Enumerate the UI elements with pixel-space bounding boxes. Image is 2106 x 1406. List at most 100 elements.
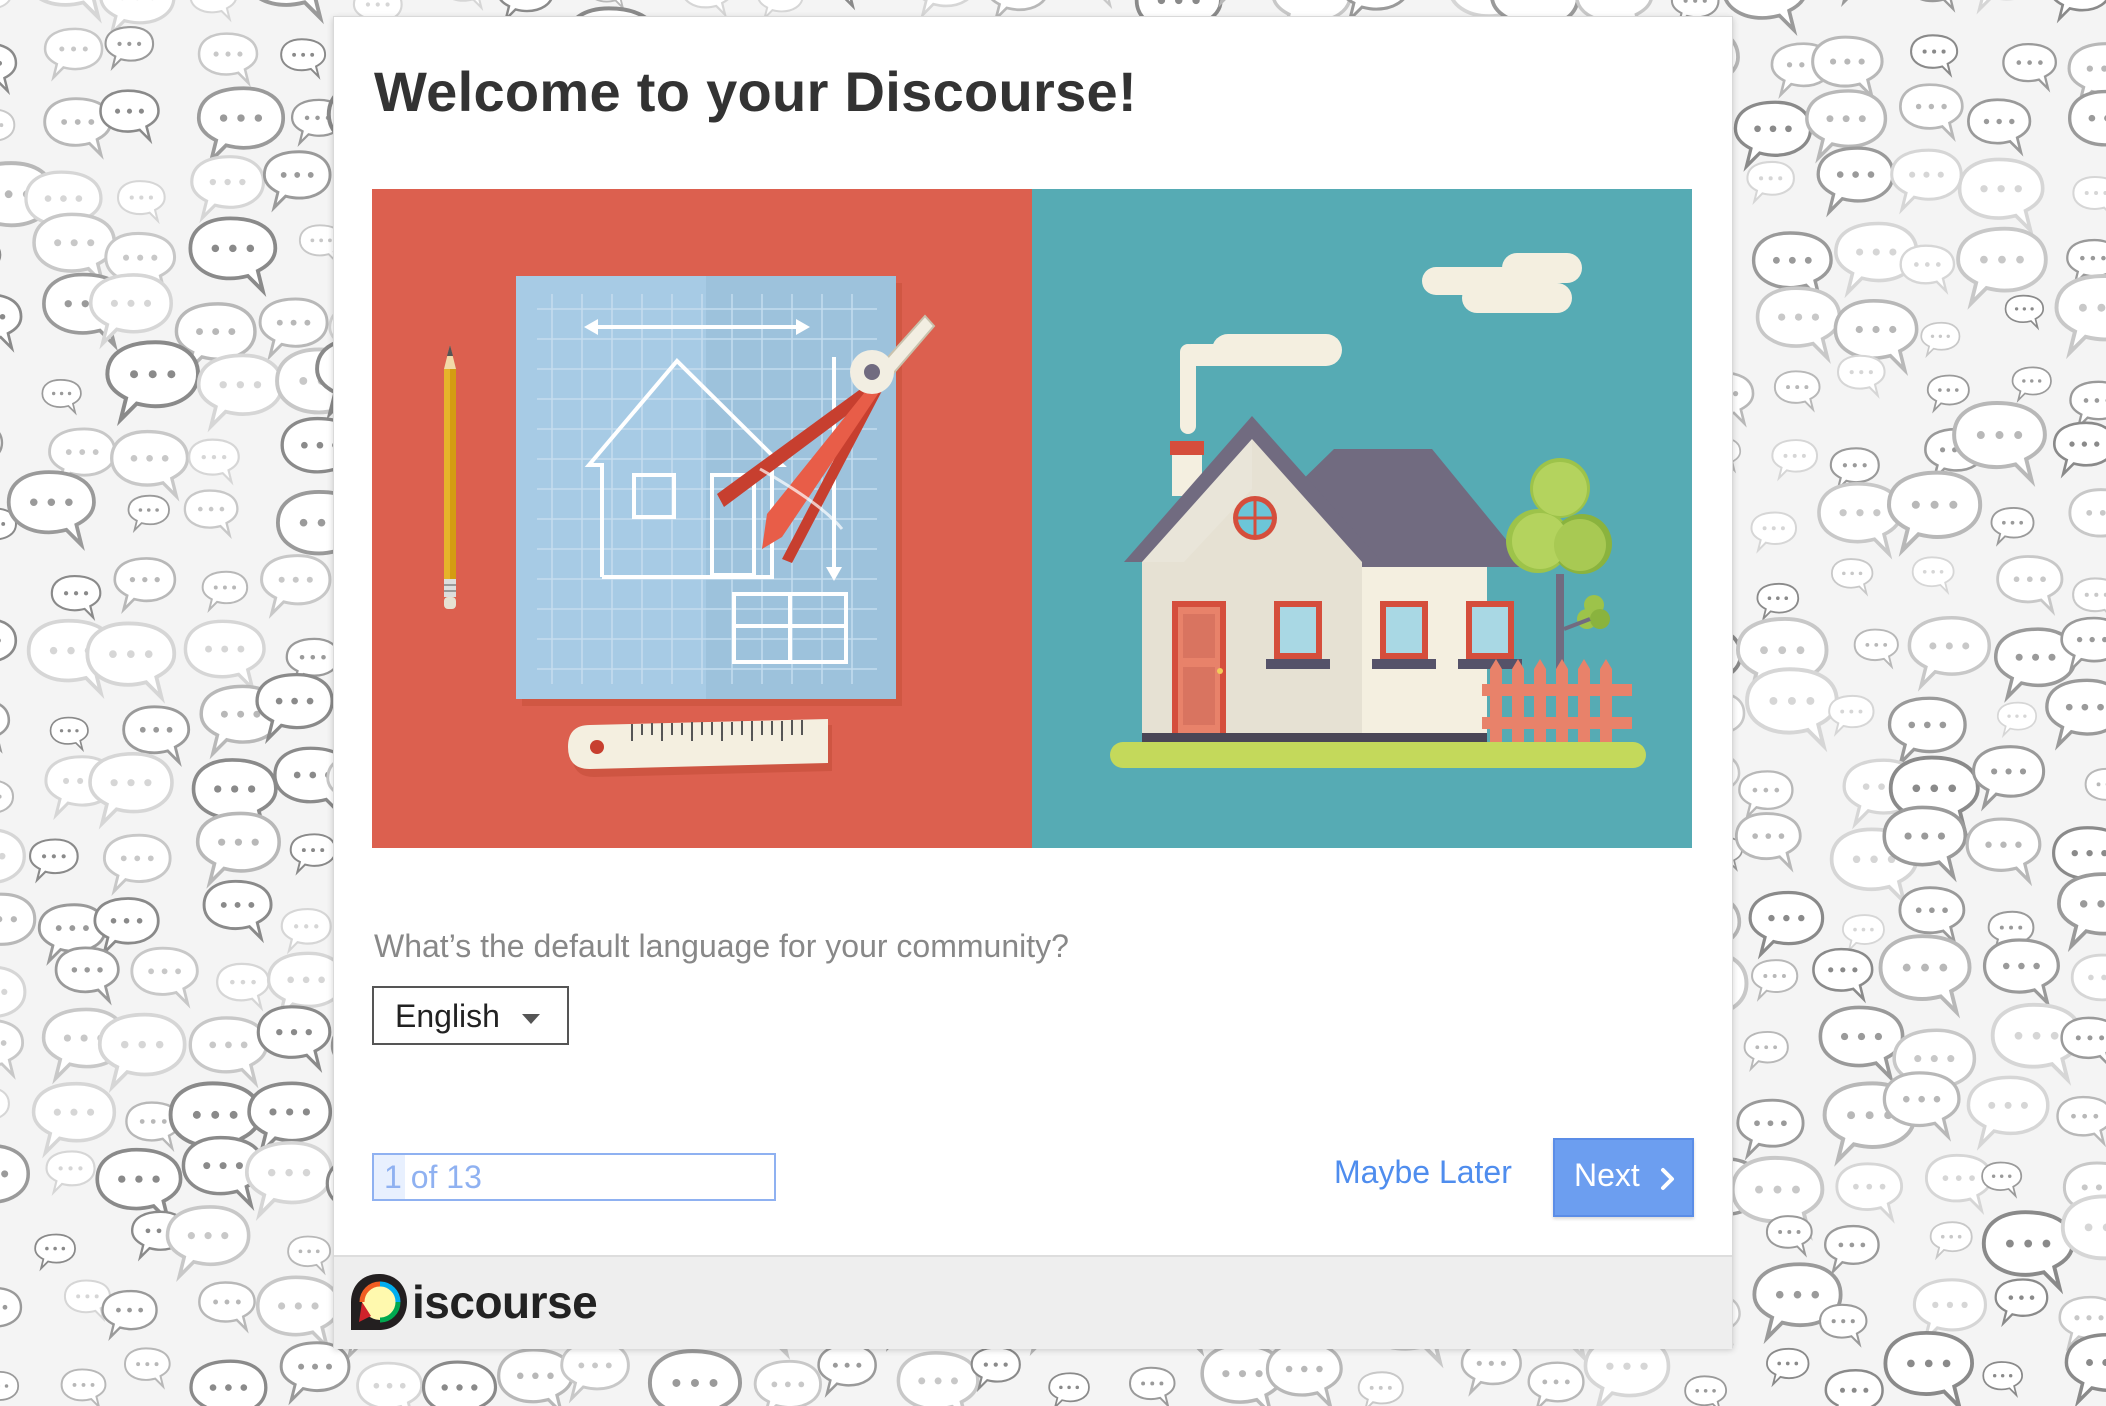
speech-bubble-icon [1824, 1369, 1884, 1406]
speech-bubble-icon [1743, 1031, 1789, 1072]
language-select[interactable]: English [372, 986, 569, 1045]
speech-bubble-icon [1265, 1341, 1343, 1406]
step-progress-indicator: 1 of 13 [372, 1153, 776, 1201]
speech-bubble-icon [50, 575, 102, 621]
maybe-later-link[interactable]: Maybe Later [1334, 1154, 1512, 1191]
speech-bubble-icon [1924, 1153, 1993, 1216]
hero-illustration [372, 189, 1692, 848]
speech-bubble-icon [189, 1359, 268, 1406]
speech-bubble-icon [1982, 938, 2060, 1009]
speech-bubble-icon [2057, 872, 2106, 953]
speech-bubble-icon [1812, 947, 1874, 1004]
ruler-icon [568, 719, 832, 777]
speech-bubble-icon [2053, 0, 2106, 24]
speech-bubble-icon [1751, 959, 1799, 1002]
speech-bubble-icon [280, 907, 332, 955]
speech-bubble-icon [0, 294, 23, 353]
speech-bubble-icon [32, 212, 117, 289]
speech-bubble-icon [1907, 615, 1992, 692]
speech-bubble-icon [0, 703, 11, 754]
speech-bubble-icon [1733, 100, 1813, 172]
speech-bubble-icon [0, 619, 18, 662]
speech-bubble-icon [244, 1140, 334, 1221]
speech-bubble-icon [123, 1347, 171, 1390]
speech-bubble-icon [260, 554, 332, 619]
speech-bubble-icon [88, 751, 174, 830]
footer-bar: iscourse [334, 1255, 1732, 1349]
speech-bubble-icon [216, 962, 270, 1012]
speech-bubble-icon [1750, 511, 1798, 554]
speech-bubble-icon [1976, 0, 2014, 15]
speech-bubble-icon [2060, 1194, 2106, 1261]
speech-bubble-icon [1853, 628, 1899, 670]
speech-bubble-icon [105, 340, 201, 427]
speech-bubble-icon [2060, 1016, 2106, 1064]
speech-bubble-icon [1766, 1347, 1810, 1388]
speech-bubble-icon [1996, 555, 2064, 617]
speech-bubble-icon [2054, 274, 2106, 360]
speech-bubble-icon [1771, 439, 1819, 482]
speech-bubble-icon [1830, 558, 1874, 597]
speech-bubble-icon [188, 1016, 269, 1089]
speech-bubble-icon [279, 1341, 351, 1406]
speech-bubble-icon [1898, 886, 1966, 947]
speech-bubble-icon [1824, 1224, 1880, 1276]
speech-bubble-icon [1724, 0, 1805, 37]
speech-bubble-icon [188, 216, 278, 297]
speech-bubble-icon [2068, 488, 2106, 538]
speech-bubble-icon [2045, 678, 2106, 751]
speech-bubble-icon [60, 1368, 107, 1406]
next-button-label: Next [1574, 1157, 1640, 1193]
speech-bubble-icon [201, 570, 249, 613]
speech-bubble-icon [1748, 890, 1825, 960]
speech-bubble-icon [49, 716, 89, 753]
page-title: Welcome to your Discourse! [374, 60, 1137, 123]
speech-bubble-icon [1929, 1221, 1973, 1261]
speech-bubble-icon [31, 1081, 117, 1159]
speech-bubble-icon [1736, 1098, 1805, 1161]
speech-bubble-icon [356, 1361, 424, 1406]
speech-bubble-icon [1828, 694, 1875, 737]
speech-bubble-icon [43, 27, 104, 82]
speech-bubble-icon [0, 1088, 10, 1119]
speech-bubble-icon [1755, 286, 1842, 364]
speech-bubble-icon [896, 1351, 980, 1406]
speech-bubble-icon [1982, 1361, 2023, 1398]
speech-bubble-icon [1818, 1005, 1905, 1084]
speech-bubble-icon [2004, 294, 2045, 331]
speech-bubble-icon [2068, 89, 2106, 147]
speech-bubble-icon [34, 1233, 76, 1272]
speech-bubble-icon [1972, 745, 2046, 812]
speech-bubble-icon [2052, 421, 2106, 479]
speech-bubble-icon [195, 811, 281, 889]
chevron-right-icon [1661, 1168, 1674, 1190]
speech-bubble-icon [113, 557, 177, 615]
speech-bubble-icon [1818, 1303, 1868, 1348]
speech-bubble-icon [1956, 226, 2048, 310]
speech-bubble-icon [0, 432, 4, 453]
speech-bubble-icon [1957, 157, 2045, 237]
next-button[interactable]: Next [1553, 1138, 1694, 1217]
speech-bubble-icon [1841, 0, 1849, 8]
speech-bubble-icon [165, 1205, 251, 1283]
progress-text: 1 of 13 [384, 1159, 482, 1195]
speech-bubble-icon [421, 1360, 498, 1406]
speech-bubble-icon [1218, 0, 1226, 8]
speech-bubble-icon [99, 89, 160, 145]
speech-bubble-icon [1878, 934, 1972, 1019]
speech-bubble-icon [101, 1289, 158, 1341]
speech-bubble-icon [0, 829, 26, 884]
speech-bubble-icon [104, 26, 155, 72]
speech-bubble-icon [39, 0, 102, 24]
speech-bubble-icon [2011, 366, 2052, 403]
speech-bubble-icon [1048, 1372, 1090, 1406]
speech-bubble-icon [1684, 1375, 1728, 1406]
speech-bubble-icon [2072, 175, 2106, 212]
speech-bubble-icon [1887, 696, 1967, 769]
speech-bubble-icon [0, 1287, 23, 1328]
speech-bubble-icon [1773, 370, 1821, 413]
speech-bubble-icon [1746, 160, 1795, 205]
discourse-logo-text: iscourse [412, 1276, 598, 1328]
speech-bubble-icon [262, 150, 332, 213]
speech-bubble-icon [127, 494, 170, 534]
